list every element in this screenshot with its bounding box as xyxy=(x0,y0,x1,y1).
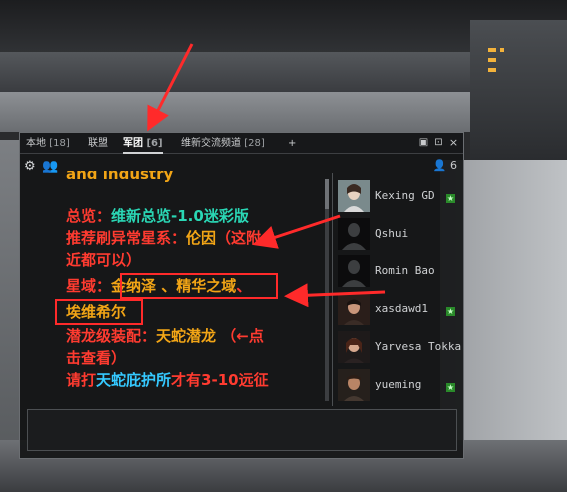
message-line-system-note: 近都可以） xyxy=(66,251,142,269)
tab-alliance[interactable]: 联盟 xyxy=(88,136,108,152)
member-item[interactable]: yueming ★ xyxy=(338,369,460,403)
avatar xyxy=(338,218,370,250)
member-name: Kexing GD xyxy=(375,189,435,202)
member-name: Qshui xyxy=(375,227,409,240)
channel-tab-bar: 本地 [18] 联盟 军团 [6] 维新交流频道 [28] + ▣ ⊡ × xyxy=(20,133,463,154)
online-status-icon: ★ xyxy=(446,194,455,203)
chat-input[interactable] xyxy=(27,409,457,451)
lock-icon[interactable]: ⊡ xyxy=(433,137,444,148)
member-item[interactable]: xasdawd1 ★ xyxy=(338,293,460,327)
message-pane[interactable]: and industry 总览：维新总览-1.0迷彩版 推荐刷异常星系：伦因（这… xyxy=(47,171,345,399)
avatar xyxy=(338,255,370,287)
annotation-box-region xyxy=(120,273,278,299)
add-tab-button[interactable]: + xyxy=(288,136,296,152)
online-status-icon: ★ xyxy=(446,383,455,392)
message-line-sanctuary: 请打天蛇庇护所才有3-10远征 xyxy=(66,371,269,389)
avatar xyxy=(338,180,370,212)
settings-gear-icon[interactable]: ⚙ xyxy=(24,159,36,174)
avatar xyxy=(338,369,370,401)
member-item[interactable]: Kexing GD ★ xyxy=(338,180,460,214)
message-line-fitting: 潜龙级装配：天蛇潜龙 （←点 xyxy=(66,327,264,345)
member-name: yueming xyxy=(375,378,422,391)
message-scrollbar[interactable] xyxy=(325,179,329,401)
member-item[interactable]: Yarvesa Tokka xyxy=(338,331,462,365)
member-name: Romin Bao xyxy=(375,264,435,277)
tab-local[interactable]: 本地 [18] xyxy=(26,136,70,152)
tab-corporation[interactable]: 军团 [6] xyxy=(123,136,163,154)
person-icon: 👤 xyxy=(432,159,447,172)
tab-weixin-channel[interactable]: 维新交流频道 [28] xyxy=(181,136,265,152)
member-name: Yarvesa Tokka xyxy=(375,340,462,353)
message-line-fitting-note: 击查看） xyxy=(66,349,127,367)
scrollbar-thumb[interactable] xyxy=(325,179,329,209)
chat-window[interactable]: 本地 [18] 联盟 军团 [6] 维新交流频道 [28] + ▣ ⊡ × ⚙ … xyxy=(19,132,464,459)
close-icon[interactable]: × xyxy=(448,137,459,148)
message-line-overview: 总览：维新总览-1.0迷彩版 xyxy=(66,207,249,225)
message-line-system: 推荐刷异常星系：伦因（这附 xyxy=(66,229,262,247)
pane-divider[interactable] xyxy=(332,173,333,406)
avatar xyxy=(338,331,370,363)
message-partial-line: and industry xyxy=(66,171,174,183)
options-icon[interactable]: ▣ xyxy=(418,137,429,148)
annotation-box-region-cont xyxy=(55,299,143,325)
avatar xyxy=(338,293,370,325)
member-item[interactable]: Qshui xyxy=(338,218,460,252)
member-count: 👤 6 xyxy=(432,159,457,172)
member-item[interactable]: Romin Bao xyxy=(338,255,460,289)
online-status-icon: ★ xyxy=(446,307,455,316)
member-name: xasdawd1 xyxy=(375,302,428,315)
